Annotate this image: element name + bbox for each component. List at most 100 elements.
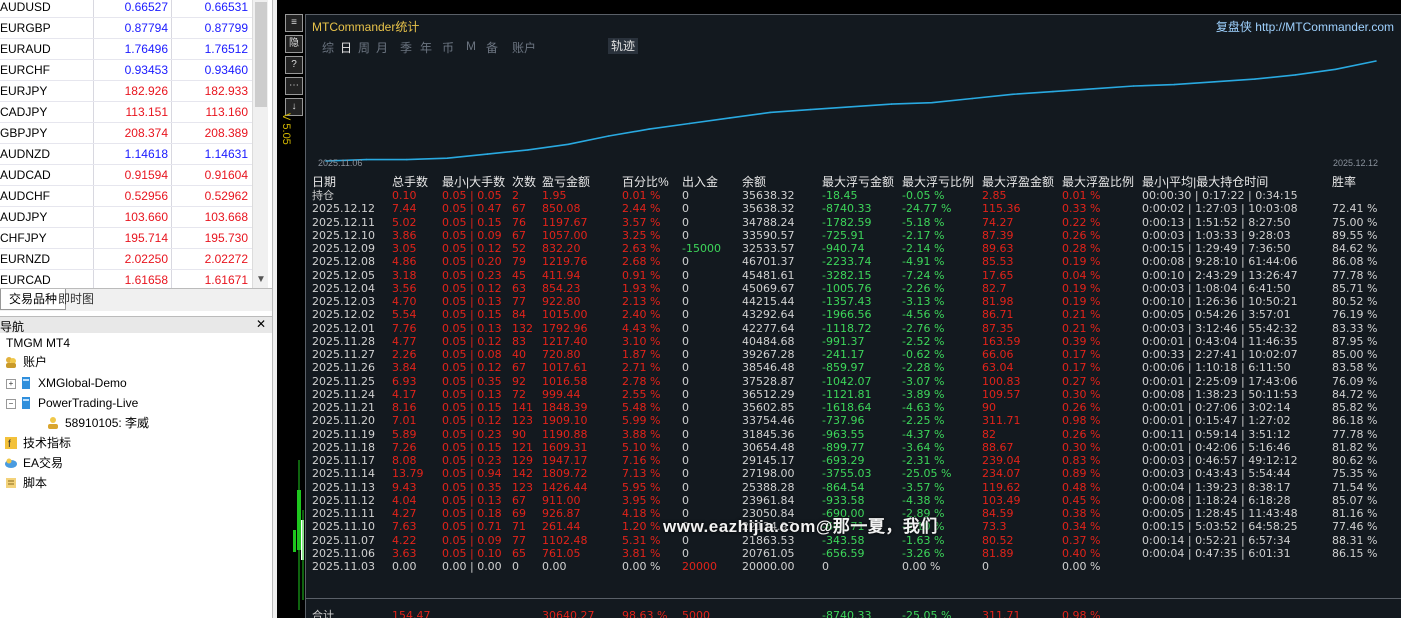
- tree-item-server-demo[interactable]: + XMGlobal-Demo: [6, 374, 127, 392]
- quote-ask: 1.61671: [204, 273, 248, 287]
- quote-row[interactable]: AUDCHF 0.52956 0.52962: [0, 185, 252, 207]
- expand-icon[interactable]: +: [6, 379, 16, 389]
- quote-row[interactable]: EURCAD 1.61658 1.61671: [0, 269, 252, 288]
- col-min-max-lots-cell: 0.05 | 0.18: [442, 507, 502, 520]
- period-tab[interactable]: 账户: [512, 39, 536, 56]
- table-row[interactable]: 2025.12.02 5.54 0.05 | 0.15 84 1015.00 2.40 %…: [312, 308, 1398, 321]
- col-percent-header[interactable]: 百分比%: [622, 173, 669, 190]
- col-hold-time-header[interactable]: 最小|平均|最大持仓时间: [1142, 173, 1268, 190]
- tree-item-server-live[interactable]: − PowerTrading-Live: [6, 394, 138, 412]
- col-max-float-loss-pct-cell: -3.57 %: [902, 480, 945, 494]
- col-max-float-profit-header[interactable]: 最大浮盈金额: [982, 173, 1054, 190]
- table-row[interactable]: 2025.12.01 7.76 0.05 | 0.13 132 1792.96 4.43 …: [312, 322, 1398, 335]
- track-button[interactable]: 轨迹: [608, 38, 639, 54]
- equity-point: [931, 101, 933, 104]
- quote-row[interactable]: EURGBP 0.87794 0.87799: [0, 17, 252, 39]
- scroll-down-icon[interactable]: ▼: [253, 272, 268, 288]
- col-min-max-lots-header[interactable]: 最小|大手数: [442, 173, 505, 190]
- period-tab[interactable]: 周: [358, 39, 370, 56]
- table-row[interactable]: 2025.12.08 4.86 0.05 | 0.20 79 1219.76 2.68 %…: [312, 255, 1398, 268]
- quote-row[interactable]: GBPJPY 208.374 208.389: [0, 122, 252, 144]
- col-max-float-loss-pct-header[interactable]: 最大浮亏比例: [902, 173, 974, 190]
- col-total-lots-header[interactable]: 总手数: [392, 173, 428, 190]
- col-balance-header[interactable]: 余额: [742, 173, 766, 190]
- quote-row[interactable]: CADJPY 113.151 113.160: [0, 101, 252, 123]
- help-button[interactable]: ?: [285, 56, 303, 74]
- more-button[interactable]: ⋯: [285, 77, 303, 95]
- period-tab[interactable]: 币: [442, 39, 454, 56]
- col-max-float-profit-pct-cell: 0.38 %: [1062, 507, 1101, 520]
- tree-item-indicators[interactable]: f 技术指标: [4, 434, 71, 452]
- close-icon[interactable]: ✕: [256, 317, 266, 331]
- table-row[interactable]: 2025.12.11 5.02 0.05 | 0.15 76 1197.67 3.57 %…: [312, 216, 1398, 229]
- quote-row[interactable]: EURAUD 1.76496 1.76512: [0, 38, 252, 60]
- period-tab[interactable]: 备: [486, 39, 498, 56]
- tab-tick-chart[interactable]: 即时图: [50, 289, 102, 309]
- table-row[interactable]: 2025.11.26 3.84 0.05 | 0.12 67 1017.61 2.71 %…: [312, 361, 1398, 374]
- col-max-float-loss-header[interactable]: 最大浮亏金额: [822, 173, 894, 190]
- quote-row[interactable]: AUDJPY 103.660 103.668: [0, 206, 252, 228]
- tree-item-experts[interactable]: EA交易: [4, 454, 63, 472]
- table-row[interactable]: 2025.11.14 13.79 0.05 | 0.94 142 1809.72 7.13…: [312, 467, 1398, 480]
- quote-row[interactable]: AUDUSD 0.66527 0.66531: [0, 0, 252, 18]
- col-max-float-profit-pct-cell: 0.26 %: [1062, 427, 1101, 441]
- col-date-cell: 2025.11.13: [312, 480, 375, 494]
- table-row[interactable]: 2025.12.12 7.44 0.05 | 0.47 67 850.08 2.44 % 0…: [312, 202, 1398, 215]
- col-trades-header[interactable]: 次数: [512, 173, 536, 190]
- col-deposit-header[interactable]: 出入金: [682, 173, 718, 190]
- collapse-icon[interactable]: −: [6, 399, 16, 409]
- tree-item-scripts[interactable]: 脚本: [4, 474, 47, 492]
- brand-url[interactable]: http://MTCommander.com: [1255, 20, 1394, 34]
- table-row[interactable]: 2025.12.04 3.56 0.05 | 0.12 63 854.23 1.93 % 0…: [312, 282, 1398, 295]
- period-tab[interactable]: 年: [420, 39, 432, 56]
- table-row[interactable]: 2025.11.24 4.17 0.05 | 0.13 72 999.44 2.55 % 0…: [312, 388, 1398, 401]
- table-total-row[interactable]: 合计 154.47 30640.27 98.63 % 5000 -8740.33 -25.0…: [312, 609, 1398, 618]
- quote-row[interactable]: AUDCAD 0.91594 0.91604: [0, 164, 252, 186]
- tree-item-terminal[interactable]: TMGM MT4: [6, 334, 70, 352]
- col-max-float-loss-pct-cell: -4.56 %: [902, 308, 945, 322]
- col-win-rate-header[interactable]: 胜率: [1332, 173, 1356, 190]
- period-tab[interactable]: 季: [400, 39, 412, 56]
- quote-row[interactable]: EURNZD 2.02250 2.02272: [0, 248, 252, 270]
- table-row[interactable]: 2025.11.28 4.77 0.05 | 0.12 83 1217.40 3.10 %…: [312, 335, 1398, 348]
- col-hold-time-cell: 0:00:13 | 1:51:52 | 8:27:50: [1142, 215, 1291, 229]
- table-row[interactable]: 2025.12.10 3.86 0.05 | 0.09 67 1057.00 3.25 %…: [312, 229, 1398, 242]
- hide-button[interactable]: 隐: [285, 35, 303, 53]
- quote-scrollbar[interactable]: ▼: [252, 0, 268, 288]
- table-row[interactable]: 持仓 0.10 0.05 | 0.05 2 1.95 0.01 % 0 35638.32 -18…: [312, 189, 1398, 202]
- table-row[interactable]: 2025.12.09 3.05 0.05 | 0.12 52 832.20 2.63 % -…: [312, 242, 1398, 255]
- table-row[interactable]: 2025.11.25 6.93 0.05 | 0.35 92 1016.58 2.78 %…: [312, 375, 1398, 388]
- table-row[interactable]: 2025.11.20 7.01 0.05 | 0.12 123 1909.10 5.99 …: [312, 414, 1398, 427]
- table-row[interactable]: 2025.11.19 5.89 0.05 | 0.23 90 1190.88 3.88 %…: [312, 428, 1398, 441]
- col-max-float-loss-cell: -1121.81: [822, 387, 872, 401]
- col-max-float-loss-pct-cell: -3.26 %: [902, 546, 945, 560]
- table-row[interactable]: 2025.12.05 3.18 0.05 | 0.23 45 411.94 0.91 % 0…: [312, 269, 1398, 282]
- table-row[interactable]: 2025.11.21 8.16 0.05 | 0.15 141 1848.39 5.48 …: [312, 401, 1398, 414]
- period-tab[interactable]: 综: [322, 39, 334, 56]
- tree-item-account[interactable]: 58910105: 李威: [46, 414, 149, 432]
- brand-link[interactable]: 复盘侠 http://MTCommander.com: [1216, 18, 1394, 35]
- quote-row[interactable]: EURJPY 182.926 182.933: [0, 80, 252, 102]
- quote-row[interactable]: EURCHF 0.93453 0.93460: [0, 59, 252, 81]
- period-tab[interactable]: 月: [376, 39, 388, 56]
- col-total-lots-cell: 7.01: [392, 414, 417, 428]
- table-row[interactable]: 2025.11.27 2.26 0.05 | 0.08 40 720.80 1.87 % 0…: [312, 348, 1398, 361]
- scrollbar-thumb[interactable]: [255, 2, 267, 107]
- quote-row[interactable]: AUDNZD 1.14618 1.14631: [0, 143, 252, 165]
- table-row[interactable]: 2025.11.06 3.63 0.05 | 0.10 65 761.05 3.81 % 0…: [312, 547, 1398, 560]
- period-tab[interactable]: 日: [340, 39, 352, 56]
- table-row[interactable]: 2025.11.03 0.00 0.00 | 0.00 0 0.00 0.00 % 2000…: [312, 560, 1398, 573]
- quote-row[interactable]: CHFJPY 195.714 195.730: [0, 227, 252, 249]
- menu-button[interactable]: ≡: [285, 14, 303, 32]
- table-row[interactable]: 2025.11.18 7.26 0.05 | 0.15 121 1609.31 5.10 …: [312, 441, 1398, 454]
- col-max-float-profit-pct-header[interactable]: 最大浮盈比例: [1062, 173, 1134, 190]
- period-tab[interactable]: M: [466, 39, 476, 53]
- table-row[interactable]: 2025.11.12 4.04 0.05 | 0.13 67 911.00 3.95 % 0…: [312, 494, 1398, 507]
- table-row[interactable]: 2025.11.17 8.08 0.05 | 0.23 129 1947.17 7.16 …: [312, 454, 1398, 467]
- col-date-header[interactable]: 日期: [312, 173, 336, 190]
- col-pnl-header[interactable]: 盈亏金额: [542, 173, 590, 190]
- tree-item-accounts[interactable]: 账户: [4, 353, 47, 371]
- table-row[interactable]: 2025.12.03 4.70 0.05 | 0.13 77 922.80 2.13 % 0…: [312, 295, 1398, 308]
- table-row[interactable]: 2025.11.13 9.43 0.05 | 0.35 123 1426.44 5.95 …: [312, 481, 1398, 494]
- col-min-max-lots-cell: 0.05 | 0.13: [442, 493, 502, 507]
